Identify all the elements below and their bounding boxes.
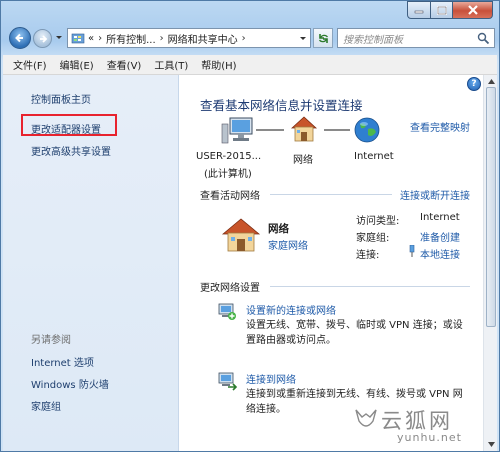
chevron-up-icon: [487, 78, 495, 84]
connection-value-link[interactable]: 本地连接: [420, 246, 460, 261]
internet-label: Internet: [354, 151, 394, 162]
computer-sublabel: (此计算机): [204, 169, 252, 180]
menu-bar: 文件(F) 编辑(E) 查看(V) 工具(T) 帮助(H): [3, 55, 497, 75]
breadcrumb-control-panel[interactable]: 所有控制...: [106, 31, 156, 46]
house-icon: [290, 116, 318, 142]
connect-to-network-link[interactable]: 连接到网络: [246, 371, 296, 386]
chevron-down-icon: [300, 37, 306, 40]
address-overflow[interactable]: «: [88, 33, 94, 44]
network-label: 网络: [293, 155, 313, 166]
menu-tools[interactable]: 工具(T): [154, 57, 188, 72]
arrow-right-icon: [39, 34, 47, 43]
search-icon[interactable]: [477, 32, 490, 45]
link-line: [256, 129, 284, 131]
network-type-link[interactable]: 家庭网络: [268, 237, 308, 252]
scroll-thumb[interactable]: [486, 87, 496, 327]
arrow-left-icon: [15, 33, 23, 43]
access-type-label: 访问类型:: [356, 216, 400, 227]
new-connection-icon: [218, 303, 236, 320]
setup-connection-desc: 设置无线、宽带、拨号、临时或 VPN 连接；或设置路由器或访问点。: [246, 320, 463, 346]
setup-connection-link[interactable]: 设置新的连接或网络: [246, 302, 336, 317]
control-panel-icon: [71, 33, 85, 44]
active-network-name: 网络: [268, 223, 289, 235]
watermark-url: yunhu.net: [397, 431, 462, 444]
house-icon: [221, 218, 261, 252]
content-area: 控制面板主页 更改适配器设置 更改高级共享设置 另请参阅 Internet 选项…: [3, 75, 497, 451]
refresh-icon: [318, 33, 328, 43]
recent-pages-dropdown[interactable]: [55, 33, 63, 44]
close-icon: [467, 5, 478, 15]
page-title: 查看基本网络信息并设置连接: [200, 98, 363, 113]
view-full-map-link[interactable]: 查看完整映射: [410, 119, 470, 134]
minimize-icon: [414, 10, 424, 14]
task-sidebar: 控制面板主页 更改适配器设置 更改高级共享设置 另请参阅 Internet 选项…: [3, 75, 179, 451]
network-map: USER-2015... (此计算机) 网络 Internet: [196, 115, 416, 185]
crumb-separator: ›: [98, 32, 103, 44]
sidebar-link-homegroup[interactable]: 家庭组: [31, 398, 61, 413]
homegroup-value-link[interactable]: 准备创建: [420, 229, 460, 244]
address-bar[interactable]: « › 所有控制... › 网络和共享中心 ›: [67, 28, 311, 48]
globe-icon: [354, 117, 380, 143]
maximize-icon: [436, 5, 447, 15]
fox-logo-icon: [355, 409, 377, 427]
menu-file[interactable]: 文件(F): [13, 57, 47, 72]
vertical-scrollbar[interactable]: [483, 75, 497, 451]
window-caption-buttons: [407, 1, 493, 19]
crumb-separator: ›: [159, 32, 164, 44]
homegroup-label: 家庭组:: [356, 233, 390, 244]
sidebar-link-control-panel-home[interactable]: 控制面板主页: [31, 91, 91, 106]
minimize-button[interactable]: [407, 1, 431, 19]
link-line: [324, 129, 350, 131]
highlight-box: [21, 114, 117, 136]
menu-edit[interactable]: 编辑(E): [60, 57, 94, 72]
divider: [270, 194, 392, 195]
back-button[interactable]: [9, 27, 31, 49]
sidebar-link-windows-firewall[interactable]: Windows 防火墙: [31, 376, 109, 391]
refresh-button[interactable]: [313, 28, 333, 48]
connect-disconnect-link[interactable]: 连接或断开连接: [400, 187, 470, 202]
change-settings-heading: 更改网络设置: [200, 283, 260, 294]
close-button[interactable]: [453, 1, 493, 19]
divider: [270, 286, 470, 287]
computer-label: USER-2015...: [196, 151, 262, 162]
navigation-bar: « › 所有控制... › 网络和共享中心 › 搜索控制面板: [5, 25, 497, 51]
forward-button[interactable]: [33, 29, 52, 48]
chevron-down-icon: [56, 36, 62, 39]
menu-view[interactable]: 查看(V): [107, 57, 142, 72]
connect-to-network-icon: [218, 372, 238, 391]
main-panel: 查看基本网络信息并设置连接 查看完整映射 USER-2015... (此计算机)…: [180, 75, 483, 451]
sidebar-link-advanced-sharing[interactable]: 更改高级共享设置: [31, 143, 111, 158]
breadcrumb-network-center[interactable]: 网络和共享中心: [168, 31, 238, 46]
computer-icon: [221, 117, 253, 144]
explorer-window: « › 所有控制... › 网络和共享中心 › 搜索控制面板 文件(F) 编辑(…: [0, 0, 500, 452]
maximize-button[interactable]: [431, 1, 453, 19]
search-placeholder: 搜索控制面板: [343, 34, 403, 46]
chevron-down-icon: [487, 441, 495, 447]
network-adapter-icon: [409, 245, 415, 257]
menu-help[interactable]: 帮助(H): [201, 57, 236, 72]
connection-label: 连接:: [356, 250, 380, 261]
active-networks-heading: 查看活动网络: [200, 191, 260, 202]
crumb-separator: ›: [241, 32, 246, 44]
address-dropdown[interactable]: [299, 34, 307, 45]
see-also-heading: 另请参阅: [31, 335, 71, 346]
scroll-up-button[interactable]: [486, 76, 496, 86]
access-type-value: Internet: [420, 212, 460, 223]
search-input[interactable]: 搜索控制面板: [337, 28, 495, 48]
sidebar-link-internet-options[interactable]: Internet 选项: [31, 354, 94, 369]
scroll-down-button[interactable]: [486, 439, 496, 449]
